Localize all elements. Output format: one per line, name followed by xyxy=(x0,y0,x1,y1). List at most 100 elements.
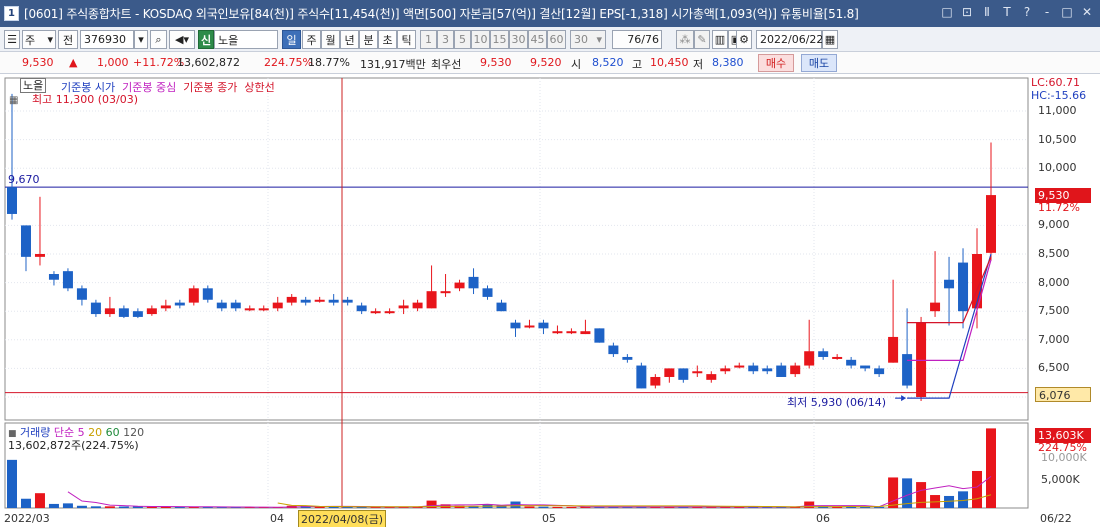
interval-3[interactable]: 3 xyxy=(437,30,454,49)
interval-5[interactable]: 5 xyxy=(454,30,471,49)
volume-bar xyxy=(916,482,927,508)
type-select[interactable]: 주 ▾ xyxy=(22,30,56,49)
candle-body xyxy=(132,311,143,317)
count-total: /76 xyxy=(641,33,659,46)
draw-tool-icon[interactable]: ✎ xyxy=(694,30,710,49)
candle-body xyxy=(790,365,801,375)
period-tab-day[interactable]: 일 xyxy=(282,30,301,49)
candle-body xyxy=(930,302,941,312)
period-tab-second[interactable]: 초 xyxy=(378,30,397,49)
text-icon[interactable]: T xyxy=(1000,4,1014,20)
period-tab-minute[interactable]: 분 xyxy=(359,30,378,49)
settings-icon[interactable]: ⚙ xyxy=(736,30,752,49)
interval-select-value: 30 xyxy=(574,33,588,46)
sell-button[interactable]: 매도 xyxy=(801,54,837,72)
window-controls: □ ⊡ Ⅱ T ? - □ ✕ xyxy=(940,4,1094,20)
up-arrow-icon: ▲ xyxy=(69,56,78,69)
min-price-label: 최저 5,930 (06/14) xyxy=(787,396,887,409)
table-icon[interactable]: ▦ xyxy=(9,95,18,106)
candle-body xyxy=(846,359,857,366)
chevron-down-icon: ▾ xyxy=(47,33,53,46)
candle-body xyxy=(734,365,745,368)
crosshair-date-label: 2022/04/08(금) xyxy=(298,510,387,527)
code-input[interactable]: 376930 xyxy=(80,30,134,49)
period-tab-tick[interactable]: 틱 xyxy=(397,30,416,49)
volume-tick-10000k: 10,000K xyxy=(1041,451,1087,464)
candle-body xyxy=(944,279,955,289)
open-label: 시 xyxy=(571,58,582,71)
volume-tick-5000k: 5,000K xyxy=(1041,473,1080,486)
price-tick-label: 10,000 xyxy=(1038,161,1077,175)
calendar-icon[interactable]: ▦ xyxy=(822,30,838,49)
max-price-label: 최고 11,300 (03/03) xyxy=(32,93,139,106)
price-tick-label: 7,500 xyxy=(1038,304,1070,318)
candle-body xyxy=(34,254,45,257)
count-field[interactable]: 76/76 xyxy=(612,30,662,49)
candle-body xyxy=(314,299,325,302)
candle-body xyxy=(636,365,647,389)
buy-button[interactable]: 매수 xyxy=(758,54,794,72)
minimize-button[interactable]: - xyxy=(1040,4,1054,20)
interval-30[interactable]: 30 xyxy=(509,30,528,49)
interval-select[interactable]: 30 ▾ xyxy=(570,30,606,49)
search-icon[interactable]: ⌕ xyxy=(150,30,167,49)
volume-bar xyxy=(34,493,45,508)
volume-bar xyxy=(972,470,983,508)
candle-body xyxy=(482,288,493,297)
volume-panel-frame xyxy=(4,422,1029,509)
candle-body xyxy=(48,274,59,280)
x-label-04: 04 xyxy=(270,512,284,525)
chart-area[interactable]: 노을 기준봉 시가 기준봉 중심 기준봉 종가 상한선 최고 11,300 (0… xyxy=(0,75,1100,527)
candle-body xyxy=(468,276,479,289)
volume-bar xyxy=(20,498,31,508)
open-price: 8,520 xyxy=(592,56,624,69)
chart-type-icon[interactable]: ▥ xyxy=(712,30,728,49)
candle-body xyxy=(62,271,73,289)
menu-icon[interactable]: ☰ xyxy=(4,30,20,49)
candle-body xyxy=(748,365,759,372)
help-icon[interactable]: ? xyxy=(1020,4,1034,20)
candle-body xyxy=(174,302,185,306)
legend-item-upper: 상한선 xyxy=(244,81,275,94)
link-window-icon[interactable]: □ xyxy=(940,4,954,20)
x-label-05: 05 xyxy=(542,512,556,525)
volume-bar xyxy=(118,506,129,508)
candle-body xyxy=(454,282,465,289)
volume-bar xyxy=(62,503,73,508)
candle-body xyxy=(496,302,507,312)
price-tick-label: 11,000 xyxy=(1038,104,1077,117)
interval-15[interactable]: 15 xyxy=(490,30,509,49)
current-pct-tag: 11.72% xyxy=(1038,201,1080,214)
prev-button[interactable]: 전 xyxy=(58,30,78,49)
interval-1[interactable]: 1 xyxy=(420,30,437,49)
maximize-button[interactable]: □ xyxy=(1060,4,1074,20)
code-dropdown-icon[interactable]: ▾ xyxy=(134,30,148,49)
candle-body xyxy=(300,299,311,303)
split-icon[interactable]: Ⅱ xyxy=(980,4,994,20)
candle-body xyxy=(804,351,815,366)
screen-icon[interactable]: ⊡ xyxy=(960,4,974,20)
candle-body xyxy=(538,322,549,329)
date-input[interactable]: 2022/06/22 xyxy=(756,30,823,49)
type-select-value: 주 xyxy=(25,33,36,47)
volume-bar xyxy=(90,506,101,508)
candle-body xyxy=(90,302,101,315)
sound-icon[interactable]: ◀▾ xyxy=(169,30,195,49)
grid-tool-icon[interactable]: ⁂ xyxy=(676,30,694,49)
stock-name-field[interactable]: 노을 xyxy=(214,30,278,49)
interval-45[interactable]: 45 xyxy=(528,30,547,49)
price-volume-chart[interactable] xyxy=(0,75,1100,527)
candle-body xyxy=(146,308,157,315)
candle-body xyxy=(678,368,689,380)
price-tick-label: 9,000 xyxy=(1038,218,1070,232)
candle-body xyxy=(776,365,787,377)
interval-60[interactable]: 60 xyxy=(547,30,566,49)
candle-body xyxy=(20,225,31,257)
period-tab-week[interactable]: 주 xyxy=(302,30,321,49)
quote-label: 최우선 xyxy=(431,58,462,71)
period-tab-year[interactable]: 년 xyxy=(340,30,359,49)
period-tab-month[interactable]: 월 xyxy=(321,30,340,49)
interval-10[interactable]: 10 xyxy=(471,30,490,49)
close-button[interactable]: ✕ xyxy=(1080,4,1094,20)
window-number-badge[interactable]: 1 xyxy=(4,6,19,21)
